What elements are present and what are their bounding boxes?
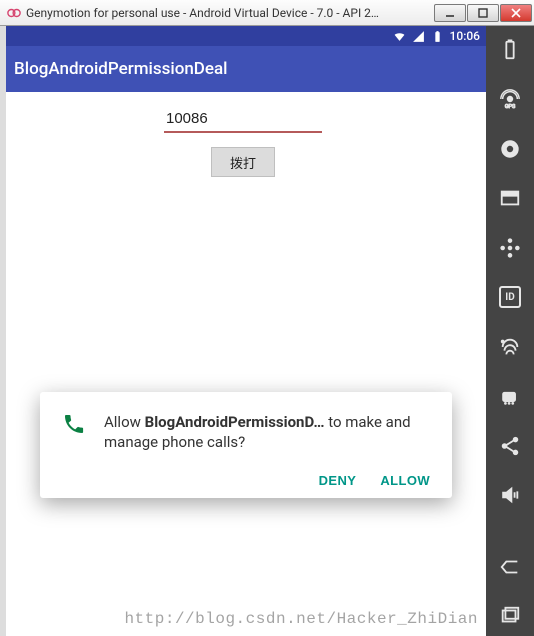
battery-icon xyxy=(431,30,444,43)
dialog-message: Allow BlogAndroidPermissionD… to make an… xyxy=(104,412,430,453)
window-title: Genymotion for personal use - Android Vi… xyxy=(26,6,433,20)
camera-tool-icon[interactable] xyxy=(494,135,526,163)
remote-tool-icon[interactable] xyxy=(494,234,526,262)
screencast-tool-icon[interactable] xyxy=(494,185,526,213)
network-tool-icon[interactable] xyxy=(494,333,526,361)
dialog-app-name: BlogAndroidPermissionD… xyxy=(145,413,325,431)
recents-button-icon[interactable] xyxy=(494,603,526,631)
app-bar: BlogAndroidPermissionDeal xyxy=(0,46,486,92)
wifi-icon xyxy=(393,30,406,43)
phone-number-input[interactable] xyxy=(164,106,322,133)
signal-icon xyxy=(412,30,425,43)
share-tool-icon[interactable] xyxy=(494,432,526,460)
app-title: BlogAndroidPermissionDeal xyxy=(14,59,228,79)
window-minimize-button[interactable] xyxy=(434,4,466,22)
android-statusbar: 10:06 xyxy=(0,26,486,46)
phone-tool-icon[interactable] xyxy=(494,383,526,411)
permission-dialog: Allow BlogAndroidPermissionD… to make an… xyxy=(40,392,452,498)
volume-up-icon[interactable] xyxy=(494,482,526,510)
battery-tool-icon[interactable] xyxy=(494,36,526,64)
genymotion-sidebar: GPS ID xyxy=(486,26,534,636)
genymotion-icon xyxy=(6,5,22,21)
dial-button[interactable]: 拨打 xyxy=(211,147,275,177)
identifier-tool-icon[interactable]: ID xyxy=(494,284,526,312)
window-close-button[interactable] xyxy=(500,4,532,22)
device-screen: 10:06 BlogAndroidPermissionDeal 拨打 Allow… xyxy=(0,26,486,636)
statusbar-time: 10:06 xyxy=(450,29,480,43)
deny-button[interactable]: DENY xyxy=(319,473,357,488)
gps-tool-icon[interactable]: GPS xyxy=(494,86,526,114)
window-titlebar: Genymotion for personal use - Android Vi… xyxy=(0,0,534,26)
svg-text:GPS: GPS xyxy=(505,104,516,110)
watermark: http://blog.csdn.net/Hacker_ZhiDian xyxy=(124,610,478,628)
window-maximize-button[interactable] xyxy=(467,4,499,22)
phone-icon xyxy=(62,412,86,453)
allow-button[interactable]: ALLOW xyxy=(380,473,430,488)
dialog-prefix: Allow xyxy=(104,413,145,431)
back-button-icon[interactable] xyxy=(494,553,526,581)
app-body: 拨打 xyxy=(0,92,486,177)
